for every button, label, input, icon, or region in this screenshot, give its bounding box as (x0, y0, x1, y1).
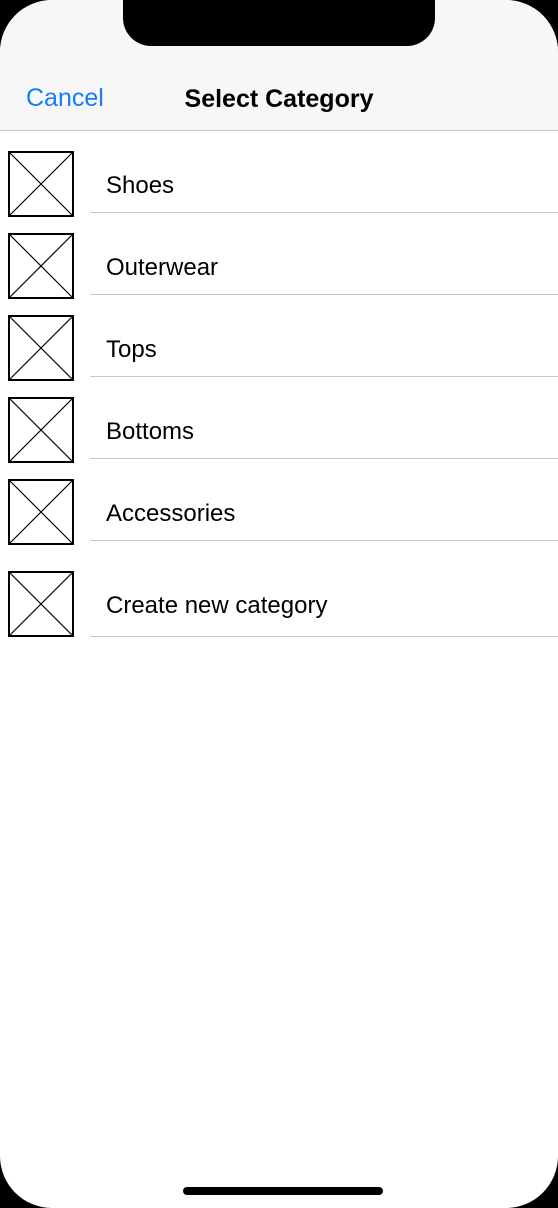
image-placeholder-icon (8, 397, 74, 463)
row-divider (90, 636, 558, 637)
category-row-shoes[interactable]: Shoes (0, 131, 558, 217)
image-placeholder-icon (8, 315, 74, 381)
image-placeholder-icon (8, 151, 74, 217)
phone-screen: Cancel Select Category Shoes Outerwear T… (0, 0, 558, 1208)
category-row-bottoms[interactable]: Bottoms (0, 377, 558, 463)
category-label: Tops (106, 336, 157, 363)
category-list: Shoes Outerwear Tops Bottoms Accessories… (0, 131, 558, 637)
category-row-outerwear[interactable]: Outerwear (0, 213, 558, 299)
image-placeholder-icon (8, 233, 74, 299)
category-row-accessories[interactable]: Accessories (0, 459, 558, 545)
category-label: Bottoms (106, 418, 195, 445)
category-label: Outerwear (106, 254, 219, 281)
create-category-row[interactable]: Create new category (0, 541, 558, 637)
category-label: Accessories (106, 500, 236, 527)
image-placeholder-icon (8, 571, 74, 637)
image-placeholder-icon (8, 479, 74, 545)
category-label: Shoes (106, 172, 175, 199)
create-category-label: Create new category (106, 592, 328, 619)
device-notch (123, 0, 435, 46)
home-indicator[interactable] (183, 1187, 383, 1195)
category-row-tops[interactable]: Tops (0, 295, 558, 381)
page-title: Select Category (184, 85, 374, 113)
